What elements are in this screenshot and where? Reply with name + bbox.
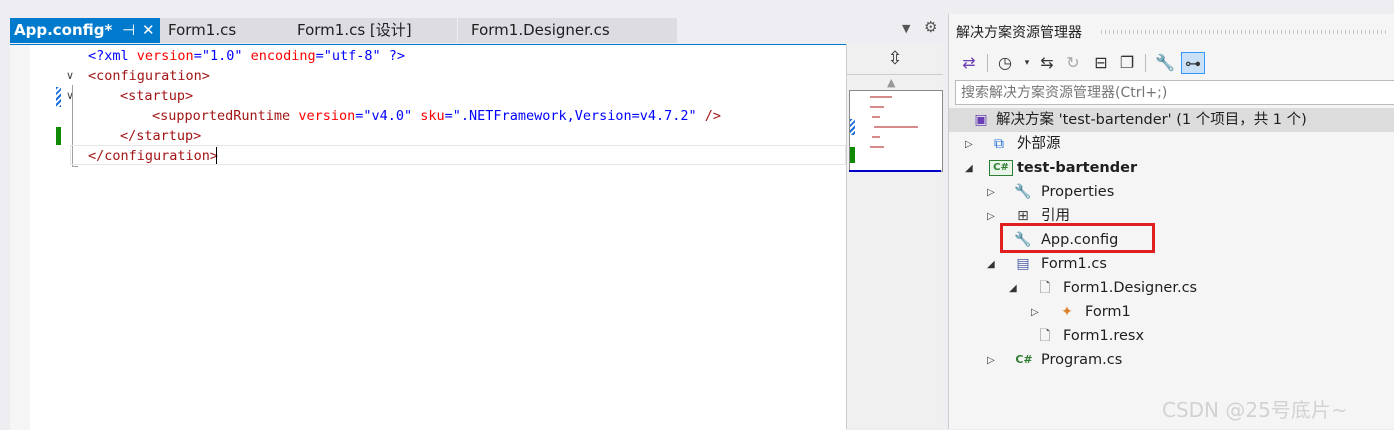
text-caret xyxy=(216,147,217,164)
tab-label: Form1.Designer.cs xyxy=(471,21,610,39)
show-all-files-icon[interactable]: ❐ xyxy=(1115,52,1139,74)
split-window-icon[interactable]: ⇳ xyxy=(847,44,943,75)
csharp-file-icon: 🗋 xyxy=(1039,280,1051,296)
wrench-icon: 🔧 xyxy=(1014,184,1032,200)
scroll-up-arrow-icon[interactable]: ▲ xyxy=(887,76,895,89)
switch-views-icon[interactable]: ⇄ xyxy=(957,52,981,74)
tree-item-label: Program.cs xyxy=(1041,352,1123,368)
selection-margin xyxy=(10,45,30,430)
code-line-4: <supportedRuntime version="v4.0" sku=".N… xyxy=(152,106,721,126)
attr-eq: = xyxy=(315,48,324,64)
csharp-project-icon: C# xyxy=(989,160,1013,176)
resx-file-icon: 🗋 xyxy=(1039,328,1051,344)
attr-name: version xyxy=(298,108,356,124)
expand-arrow-icon[interactable]: ▷ xyxy=(1031,307,1039,318)
attr-value: "v4.0" xyxy=(363,108,413,124)
csharp-file-icon: C# xyxy=(1015,353,1033,366)
panel-title: 解决方案资源管理器 xyxy=(956,25,1082,41)
solution-explorer-panel: 解决方案资源管理器 ⇄ ◷ ▾ ⇆ ↻ ⊟ ❐ 🔧 ⊶ ▣ 解决方案 'test… xyxy=(948,14,1394,429)
attr-value: "utf-8" xyxy=(323,48,381,64)
xml-decl-close: ?> xyxy=(380,48,406,64)
collapse-all-icon[interactable]: ⊟ xyxy=(1089,52,1113,74)
wrench-properties-icon[interactable]: 🔧 xyxy=(1153,52,1177,74)
tab-form1-cs[interactable]: Form1.cs xyxy=(160,18,298,43)
external-sources-icon: ⧉ xyxy=(994,136,1004,152)
expand-arrow-icon[interactable]: ▷ xyxy=(987,355,995,366)
change-marker-saved xyxy=(56,87,61,107)
preview-selected-icon[interactable]: ⊶ xyxy=(1181,52,1205,74)
change-marker-unsaved xyxy=(56,127,61,145)
expand-arrow-icon[interactable]: ▷ xyxy=(987,211,995,222)
tab-label: Form1.cs xyxy=(168,21,237,39)
attr-value: ".NETFramework,Version=v4.7.2" xyxy=(452,108,697,124)
sync-with-document-icon[interactable]: ⇆ xyxy=(1035,52,1059,74)
code-map-preview[interactable] xyxy=(849,90,943,172)
vertical-scrollbar-map[interactable]: ⇳ ▲ xyxy=(846,44,943,429)
code-line-2: <configuration> xyxy=(88,68,210,84)
code-line-5: </startup> xyxy=(120,128,202,144)
close-icon[interactable]: ✕ xyxy=(142,18,155,43)
code-line-3: <startup> xyxy=(120,88,194,104)
tab-app-config[interactable]: App.config* ⊣ ✕ xyxy=(10,18,164,43)
code-editor[interactable]: ∨ ∨ <?xml version="1.0" encoding="utf-8"… xyxy=(10,44,846,430)
tab-form1-design[interactable]: Form1.cs [设计] xyxy=(290,18,457,43)
attr-name: encoding xyxy=(242,48,316,64)
search-input[interactable] xyxy=(955,80,1394,105)
annotation-highlight-box xyxy=(1000,223,1155,253)
tree-item-label: Properties xyxy=(1041,184,1115,200)
tab-label: Form1.cs [设计] xyxy=(297,21,412,39)
attr-value: "1.0" xyxy=(201,48,243,64)
tree-item-label: Form1.Designer.cs xyxy=(1063,280,1198,296)
tab-label: App.config* xyxy=(14,21,113,39)
expand-arrow-icon[interactable]: ▷ xyxy=(965,139,973,150)
tag-open: <supportedRuntime xyxy=(152,108,299,124)
collapse-arrow-icon[interactable]: ◢ xyxy=(1009,283,1017,294)
attr-name: sku xyxy=(412,108,445,124)
tree-item-label: Form1.resx xyxy=(1063,328,1145,344)
collapse-arrow-icon[interactable]: ◢ xyxy=(965,163,973,174)
solution-icon: ▣ xyxy=(974,112,988,128)
tree-item-label: Form1 xyxy=(1085,304,1131,320)
watermark: CSDN @25号底片~ xyxy=(1162,398,1348,422)
map-viewport-marker xyxy=(849,170,941,172)
form-icon: ▤ xyxy=(1016,256,1030,272)
refresh-icon[interactable]: ↻ xyxy=(1061,52,1085,74)
pin-icon[interactable]: ⊣ xyxy=(122,18,135,43)
attr-eq: = xyxy=(193,48,202,64)
editor-tab-strip: App.config* ⊣ ✕ Form1.cs Form1.cs [设计] F… xyxy=(0,0,944,44)
tab-dropdown-icon[interactable]: ▼ xyxy=(902,22,910,35)
tag-close: /> xyxy=(696,108,722,124)
gear-icon[interactable]: ⚙ xyxy=(924,18,937,36)
chevron-down-icon[interactable]: ∨ xyxy=(66,69,74,82)
panel-grip[interactable] xyxy=(1101,30,1386,34)
tree-item-label: test-bartender xyxy=(1017,160,1138,176)
attr-name: version xyxy=(136,48,194,64)
pending-changes-filter-icon[interactable]: ◷ xyxy=(993,52,1017,74)
tree-item-label: 外部源 xyxy=(1017,136,1061,152)
attr-eq: = xyxy=(444,108,453,124)
solution-explorer-toolbar: ⇄ ◷ ▾ ⇆ ↻ ⊟ ❐ 🔧 ⊶ xyxy=(949,48,1394,78)
code-line-6: </configuration> xyxy=(88,148,219,164)
tree-item-label: 解决方案 'test-bartender' (1 个项目，共 1 个) xyxy=(996,112,1307,128)
code-line-1: <?xml version="1.0" encoding="utf-8" ?> xyxy=(88,46,405,66)
fold-guide-end xyxy=(72,166,78,167)
class-icon: ✦ xyxy=(1061,304,1073,320)
tree-item-label: Form1.cs xyxy=(1041,256,1107,272)
tab-form1-designer-cs[interactable]: Form1.Designer.cs xyxy=(458,18,677,43)
expand-arrow-icon[interactable]: ▷ xyxy=(987,187,995,198)
collapse-arrow-icon[interactable]: ◢ xyxy=(987,259,995,270)
xml-decl-open: <?xml xyxy=(88,48,137,64)
